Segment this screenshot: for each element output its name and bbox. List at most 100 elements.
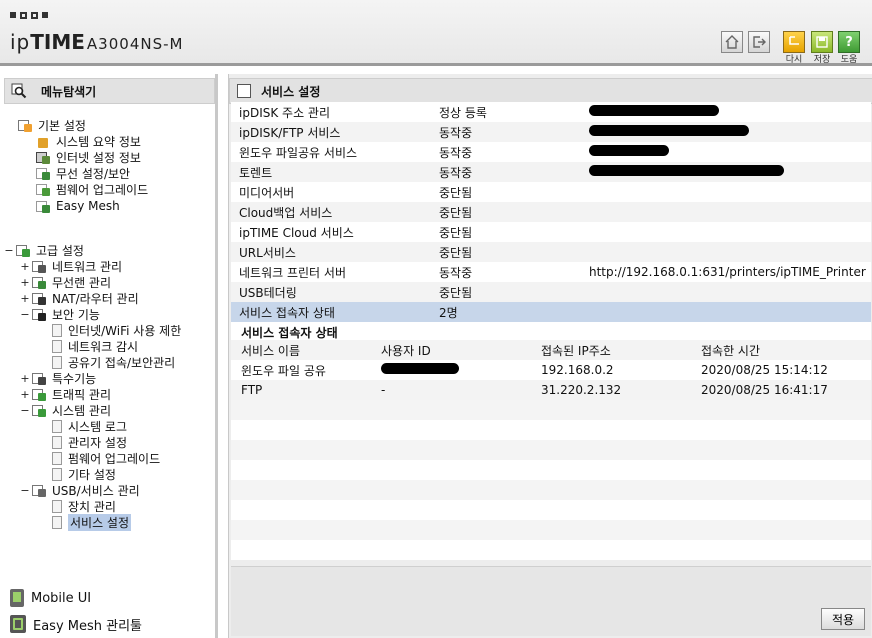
app-menu-icon — [10, 12, 48, 19]
conn-service: FTP — [241, 383, 263, 397]
page-icon — [52, 435, 62, 449]
service-row: ipDISK/FTP 서비스 동작중 — [231, 122, 871, 142]
table-row: 윈도우 파일 공유 192.168.0.2 2020/08/25 15:14:1… — [231, 360, 871, 380]
expand-toggle[interactable]: + — [20, 388, 30, 401]
folder-icon — [16, 244, 30, 257]
model-name: A3004NS-M — [86, 35, 184, 53]
page-icon — [52, 515, 62, 529]
collapse-toggle[interactable]: − — [20, 484, 30, 497]
menu-firmware-upgrade-label: 펌웨어 업그레이드 — [56, 182, 149, 197]
expand-toggle[interactable]: + — [20, 276, 30, 289]
easy-mesh-tool-label: Easy Mesh 관리툴 — [33, 618, 143, 634]
tree-network-management-label: 네트워크 관리 — [52, 259, 123, 274]
service-row: 윈도우 파일공유 서비스 동작중 — [231, 142, 871, 162]
chart-icon — [36, 135, 50, 148]
service-name: 서비스 접속자 상태 — [239, 305, 335, 320]
menu-device-management[interactable]: 장치 관리 — [52, 498, 116, 514]
conn-user-redacted — [381, 363, 541, 377]
menu-firmware-upgrade-adv[interactable]: 펌웨어 업그레이드 — [52, 450, 160, 466]
tree-nat-router-label: NAT/라우터 관리 — [52, 291, 139, 306]
menu-service-settings[interactable]: 서비스 설정 — [52, 513, 132, 531]
tree-nat-router[interactable]: + NAT/라우터 관리 — [20, 290, 139, 306]
tree-system-management[interactable]: − 시스템 관리 — [20, 402, 111, 418]
tree-special-functions-label: 특수기능 — [52, 371, 97, 386]
menu-system-summary[interactable]: 시스템 요약 정보 — [36, 133, 141, 149]
service-status: 중단됨 — [439, 285, 473, 300]
menu-internet-wifi-limit-label: 인터넷/WiFi 사용 제한 — [68, 323, 182, 338]
page-icon — [52, 451, 62, 465]
upgrade-icon — [36, 183, 50, 196]
tree-wireless-management[interactable]: + 무선랜 관리 — [20, 274, 111, 290]
tree-network-management[interactable]: + 네트워크 관리 — [20, 258, 122, 274]
search-icon — [11, 83, 27, 99]
logo-brand-light: ip — [10, 30, 31, 54]
menu-system-summary-label: 시스템 요약 정보 — [56, 134, 141, 149]
sidebar-header: 메뉴탐색기 — [4, 78, 215, 104]
page-icon — [52, 499, 62, 513]
mobile-ui-link[interactable]: Mobile UI — [10, 588, 91, 608]
service-row: 네트워크 프린터 서버 동작중 http://192.168.0.1:631/pri… — [231, 262, 871, 282]
tree-usb-service[interactable]: − USB/서비스 관리 — [20, 482, 139, 498]
apply-button[interactable]: 적용 — [821, 608, 865, 630]
service-status: 동작중 — [439, 145, 473, 160]
tree-advanced-settings[interactable]: − 고급 설정 — [4, 242, 84, 258]
logout-button[interactable] — [748, 31, 770, 53]
service-status: 동작중 — [439, 125, 473, 140]
menu-firmware-upgrade-adv-label: 펌웨어 업그레이드 — [68, 451, 161, 466]
special-icon — [32, 372, 46, 385]
menu-internet-wifi-limit[interactable]: 인터넷/WiFi 사용 제한 — [52, 322, 181, 338]
tree-basic-settings[interactable]: 기본 설정 — [18, 117, 86, 133]
logout-icon — [753, 36, 766, 48]
tree-advanced-settings-label: 고급 설정 — [36, 243, 84, 258]
menu-admin-settings[interactable]: 관리자 설정 — [52, 434, 127, 450]
expand-toggle[interactable]: + — [20, 292, 30, 305]
help-button[interactable]: ? — [838, 31, 860, 53]
service-row: 미디어서버 중단됨 — [231, 182, 871, 202]
sidebar: 메뉴탐색기 기본 설정 시스템 요약 정보 인터넷 설정 정보 무선 설정/보안… — [0, 74, 218, 638]
service-status: 2명 — [439, 305, 458, 320]
collapse-toggle[interactable]: − — [20, 404, 30, 417]
menu-system-log[interactable]: 시스템 로그 — [52, 418, 127, 434]
service-name: ipDISK/FTP 서비스 — [239, 125, 341, 140]
collapse-toggle[interactable]: − — [4, 244, 14, 257]
service-status: 중단됨 — [439, 205, 473, 220]
home-icon — [725, 35, 739, 49]
tree-system-management-label: 시스템 관리 — [52, 403, 112, 418]
tree-security-functions[interactable]: − 보안 기능 — [20, 306, 100, 322]
menu-network-monitor[interactable]: 네트워크 감시 — [52, 338, 138, 354]
menu-device-management-label: 장치 관리 — [68, 499, 116, 514]
expand-toggle[interactable]: + — [20, 372, 30, 385]
page-icon — [237, 84, 251, 98]
tree-security-functions-label: 보안 기능 — [52, 307, 100, 322]
easy-mesh-tool-link[interactable]: Easy Mesh 관리툴 — [10, 614, 142, 634]
monitor-icon — [36, 151, 50, 164]
home-button[interactable] — [721, 31, 743, 53]
menu-wireless-security[interactable]: 무선 설정/보안 — [36, 165, 130, 181]
menu-service-settings-label: 서비스 설정 — [68, 513, 132, 531]
menu-other-settings[interactable]: 기타 설정 — [52, 466, 116, 482]
folder-icon — [18, 119, 32, 132]
expand-toggle[interactable]: + — [20, 260, 30, 273]
menu-firmware-upgrade[interactable]: 펌웨어 업그레이드 — [36, 181, 148, 197]
tree-special-functions[interactable]: + 특수기능 — [20, 370, 96, 386]
service-row: ipDISK 주소 관리 정상 등록 — [231, 102, 871, 122]
save-button[interactable] — [811, 31, 833, 53]
menu-internet-settings[interactable]: 인터넷 설정 정보 — [36, 149, 141, 165]
service-info — [581, 165, 871, 179]
service-name: 토렌트 — [239, 165, 273, 180]
reload-button[interactable] — [783, 31, 805, 53]
main-panel: 서비스 설정 ipDISK 주소 관리 정상 등록 ipDISK/FTP 서비스 동작… — [228, 74, 872, 638]
service-row: USB테더링 중단됨 — [231, 282, 871, 302]
header-bar: ipTIME A3004NS-M 다시 저장 ? 도움 — [0, 0, 872, 66]
col-ip: 접속된 IP주소 — [541, 343, 611, 358]
logo: ipTIME A3004NS-M — [10, 30, 183, 54]
menu-router-access-security[interactable]: 공유기 접속/보안관리 — [52, 354, 175, 370]
tree-wireless-management-label: 무선랜 관리 — [52, 275, 112, 290]
service-name: URL서비스 — [239, 245, 296, 260]
tree-traffic-management[interactable]: + 트래픽 관리 — [20, 386, 111, 402]
menu-router-access-security-label: 공유기 접속/보안관리 — [68, 355, 176, 370]
sidebar-title: 메뉴탐색기 — [41, 84, 97, 99]
menu-internet-settings-label: 인터넷 설정 정보 — [56, 150, 141, 165]
collapse-toggle[interactable]: − — [20, 308, 30, 321]
menu-easy-mesh[interactable]: Easy Mesh — [36, 198, 120, 214]
